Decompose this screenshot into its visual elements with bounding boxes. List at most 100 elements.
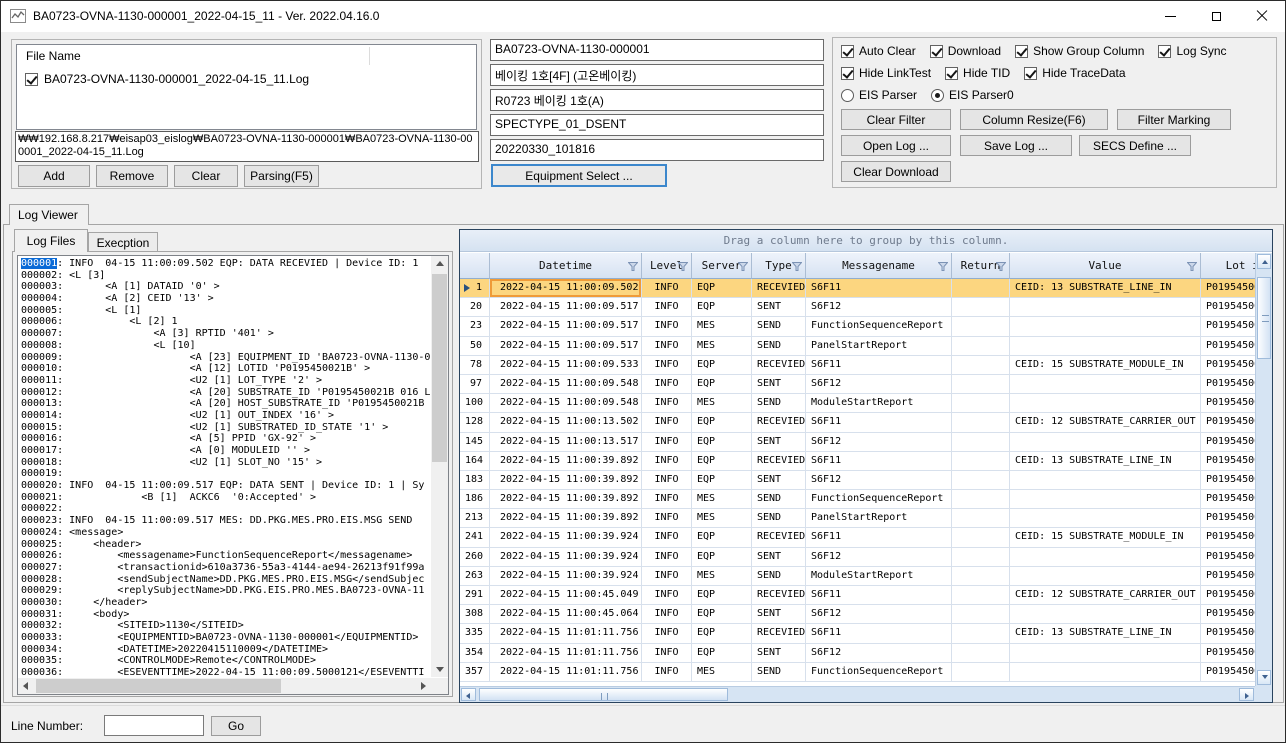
grid-group-panel[interactable]: Drag a column here to group by this colu…: [460, 230, 1272, 252]
log-line[interactable]: 000026: <messagename>FunctionSequenceRep…: [21, 550, 431, 562]
column-header-server[interactable]: Server: [692, 253, 752, 279]
column-header-lot-id[interactable]: Lot id: [1201, 253, 1255, 279]
column-header-messagename[interactable]: Messagename: [806, 253, 952, 279]
checkbox-hide-tid[interactable]: Hide TID: [945, 66, 1010, 80]
grid-row[interactable]: 202022-04-15 11:00:09.517INFOEQPSENTS6F1…: [460, 298, 1255, 317]
grid-scroll-down-button[interactable]: [1257, 670, 1271, 685]
log-line[interactable]: 000020: INFO 04-15 11:00:09.517 EQP: DAT…: [21, 480, 431, 492]
log-line[interactable]: 000012: <A [20] SUBSTRATE_ID 'P019545002…: [21, 387, 431, 399]
grid-vertical-scrollbar[interactable]: [1255, 253, 1272, 686]
log-line[interactable]: 000036: <ESEVENTTIME>2022-04-15 11:00:09…: [21, 667, 431, 678]
log-line[interactable]: 000030: </header>: [21, 597, 431, 609]
open-log-button[interactable]: Open Log ...: [841, 135, 951, 156]
tab-exception[interactable]: Execption: [88, 232, 158, 252]
log-line[interactable]: 000034: <DATETIME>20220415110009</DATETI…: [21, 644, 431, 656]
grid-row[interactable]: 2132022-04-15 11:00:39.892INFOMESSENDPan…: [460, 509, 1255, 528]
grid-row[interactable]: 3572022-04-15 11:01:11.756INFOMESSENDFun…: [460, 663, 1255, 682]
grid-row[interactable]: 232022-04-15 11:00:09.517INFOMESSENDFunc…: [460, 317, 1255, 336]
log-line[interactable]: 000004: <A [2] CEID '13' >: [21, 293, 431, 305]
log-line[interactable]: 000021: <B [1] ACKC6 '0:Accepted' >: [21, 492, 431, 504]
log-line[interactable]: 000015: <U2 [1] SUBSTRATED_ID_STATE '1' …: [21, 422, 431, 434]
log-line[interactable]: 000016: <A [5] PPID 'GX-92' >: [21, 433, 431, 445]
grid-scroll-left-button[interactable]: [461, 688, 476, 701]
add-button[interactable]: Add: [18, 165, 90, 187]
log-line[interactable]: 000022:: [21, 503, 431, 515]
clear-download-button[interactable]: Clear Download: [841, 161, 951, 182]
grid-row[interactable]: 1002022-04-15 11:00:09.548INFOMESSENDMod…: [460, 394, 1255, 413]
checkbox-box[interactable]: [1024, 67, 1037, 80]
clear-button[interactable]: Clear: [174, 165, 238, 187]
radio-eis-parser[interactable]: EIS Parser: [841, 88, 917, 102]
grid-horizontal-scrollbar[interactable]: [460, 686, 1255, 702]
checkbox-download[interactable]: Download: [930, 44, 1001, 58]
grid-row[interactable]: 972022-04-15 11:00:09.548INFOEQPSENTS6F1…: [460, 375, 1255, 394]
checkbox-log-sync[interactable]: Log Sync: [1158, 44, 1226, 58]
grid-row[interactable]: 1282022-04-15 11:00:13.502INFOEQPRECEVIE…: [460, 413, 1255, 432]
log-line[interactable]: 000017: <A [0] MODULEID '' >: [21, 445, 431, 457]
equipment-select-button[interactable]: Equipment Select ...: [491, 164, 667, 187]
log-line[interactable]: 000029: <replySubjectName>DD.PKG.EIS.PRO…: [21, 585, 431, 597]
filter-marking-button[interactable]: Filter Marking: [1117, 109, 1231, 130]
minimize-button[interactable]: [1147, 1, 1193, 31]
remove-button[interactable]: Remove: [96, 165, 168, 187]
log-line[interactable]: 000007: <A [3] RPTID '401' >: [21, 328, 431, 340]
log-hscroll-thumb[interactable]: [36, 679, 281, 693]
grid-row[interactable]: 3352022-04-15 11:01:11.756INFOEQPRECEVIE…: [460, 624, 1255, 643]
file-path-box[interactable]: ₩₩192.168.8.217₩eisap03_eislog₩BA0723-OV…: [15, 131, 479, 162]
checkbox-box[interactable]: [841, 45, 854, 58]
column-header-level[interactable]: Level: [642, 253, 692, 279]
log-line[interactable]: 000025: <header>: [21, 539, 431, 551]
grid-row[interactable]: 2412022-04-15 11:00:39.924INFOEQPRECEVIE…: [460, 528, 1255, 547]
column-resize-button[interactable]: Column Resize(F6): [960, 109, 1108, 130]
log-line[interactable]: 000005: <L [1]: [21, 305, 431, 317]
log-line[interactable]: 000031: <body>: [21, 609, 431, 621]
go-button[interactable]: Go: [211, 716, 261, 736]
spec-date-field[interactable]: 20220330_101816: [490, 139, 824, 161]
grid-vscroll-thumb[interactable]: [1257, 277, 1271, 359]
line-number-input[interactable]: [104, 715, 204, 736]
grid-row[interactable]: 1832022-04-15 11:00:39.892INFOEQPSENTS6F…: [460, 471, 1255, 490]
checkbox-hide-tracedata[interactable]: Hide TraceData: [1024, 66, 1125, 80]
grid-row[interactable]: 12022-04-15 11:00:09.502INFOEQPRECEVIEDS…: [460, 279, 1255, 298]
grid-row[interactable]: 3082022-04-15 11:00:45.064INFOEQPSENTS6F…: [460, 605, 1255, 624]
grid-row[interactable]: 1452022-04-15 11:00:13.517INFOEQPSENTS6F…: [460, 433, 1255, 452]
grid-row[interactable]: 782022-04-15 11:00:09.533INFOEQPRECEVIED…: [460, 356, 1255, 375]
file-checkbox[interactable]: [25, 73, 38, 86]
grid-hscroll-thumb[interactable]: [479, 688, 728, 701]
log-text-panel[interactable]: 000001: INFO 04-15 11:00:09.502 EQP: DAT…: [17, 255, 449, 695]
save-log-button[interactable]: Save Log ...: [960, 135, 1072, 156]
parsing-button[interactable]: Parsing(F5): [244, 165, 319, 187]
log-line[interactable]: 000002: <L [3]: [21, 270, 431, 282]
tab-log-viewer[interactable]: Log Viewer: [9, 204, 89, 225]
radio-eis-parser0[interactable]: EIS Parser0: [931, 88, 1014, 102]
log-line[interactable]: 000019:: [21, 468, 431, 480]
column-header-type[interactable]: Type: [752, 253, 806, 279]
secs-define-button[interactable]: SECS Define ...: [1079, 135, 1191, 156]
file-list-column-header[interactable]: File Name: [26, 49, 81, 63]
log-vertical-scrollbar[interactable]: [431, 256, 448, 677]
equipment-name-field[interactable]: 베이킹 1호[4F] (고온베이킹): [490, 64, 824, 86]
grid-scroll-up-button[interactable]: [1257, 254, 1271, 269]
log-line[interactable]: 000014: <U2 [1] OUT_INDEX '16' >: [21, 410, 431, 422]
log-line[interactable]: 000010: <A [12] LOTID 'P0195450021B' >: [21, 363, 431, 375]
grid-row[interactable]: 1642022-04-15 11:00:39.892INFOEQPRECEVIE…: [460, 452, 1255, 471]
equipment-id-field[interactable]: BA0723-OVNA-1130-000001: [490, 39, 824, 61]
checkbox-box[interactable]: [841, 67, 854, 80]
log-line[interactable]: 000028: <sendSubjectName>DD.PKG.MES.PRO.…: [21, 574, 431, 586]
log-line[interactable]: 000013: <A [20] HOST_SUBSTRATE_ID 'P0195…: [21, 398, 431, 410]
maximize-button[interactable]: [1193, 1, 1239, 31]
log-line[interactable]: 000009: <A [23] EQUIPMENT_ID 'BA0723-OVN…: [21, 352, 431, 364]
grid-row[interactable]: 2912022-04-15 11:00:45.049INFOEQPRECEVIE…: [460, 586, 1255, 605]
grid-row[interactable]: 502022-04-15 11:00:09.517INFOMESSENDPane…: [460, 337, 1255, 356]
checkbox-box[interactable]: [930, 45, 943, 58]
log-line[interactable]: 000035: <CONTROLMODE>Remote</CONTROLMODE…: [21, 655, 431, 667]
clear-filter-button[interactable]: Clear Filter: [841, 109, 951, 130]
log-line[interactable]: 000001: INFO 04-15 11:00:09.502 EQP: DAT…: [21, 258, 431, 270]
equipment-line-field[interactable]: R0723 베이킹 1호(A): [490, 89, 824, 111]
column-header-value[interactable]: Value: [1010, 253, 1201, 279]
grid-row[interactable]: 1862022-04-15 11:00:39.892INFOMESSENDFun…: [460, 490, 1255, 509]
log-line[interactable]: 000003: <A [1] DATAID '0' >: [21, 281, 431, 293]
radio-box[interactable]: [841, 89, 854, 102]
log-vscroll-thumb[interactable]: [432, 274, 447, 462]
close-button[interactable]: [1239, 1, 1285, 31]
